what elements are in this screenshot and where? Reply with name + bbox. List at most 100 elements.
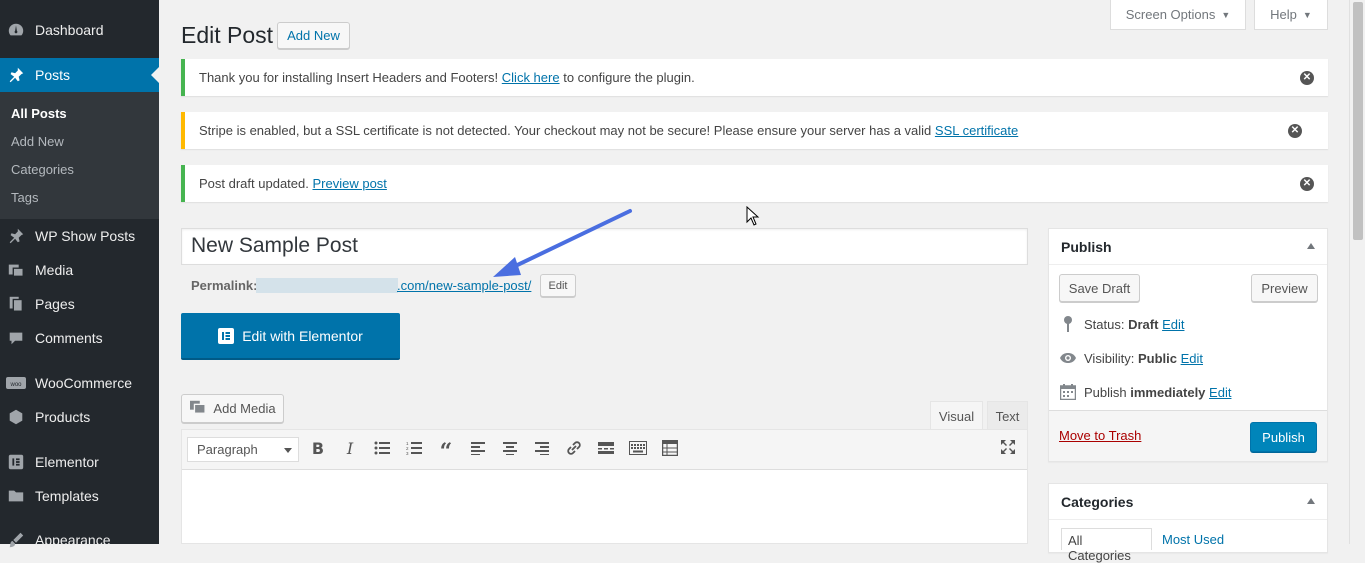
save-draft-button[interactable]: Save Draft bbox=[1059, 274, 1140, 302]
screen-options-tab[interactable]: Screen Options ▼ bbox=[1110, 0, 1246, 30]
notice-text: Stripe is enabled, but a SSL certificate… bbox=[199, 123, 932, 138]
categories-box: Categories All Categories Most Used bbox=[1048, 483, 1328, 563]
schedule-row: Publish immediately Edit bbox=[1059, 383, 1231, 401]
dismiss-icon[interactable]: ✕ bbox=[1288, 123, 1302, 138]
notice-text: Thank you for installing Insert Headers … bbox=[199, 70, 499, 85]
visibility-row: Visibility: Public Edit bbox=[1059, 349, 1203, 367]
visibility-label: Visibility: bbox=[1084, 350, 1135, 366]
edit-with-elementor-button[interactable]: Edit with Elementor bbox=[181, 313, 400, 360]
permalink-label: Permalink: bbox=[191, 278, 258, 293]
dismiss-icon[interactable]: ✕ bbox=[1300, 70, 1314, 85]
status-edit-link[interactable]: Edit bbox=[1162, 317, 1184, 332]
media-icon bbox=[189, 399, 207, 418]
move-to-trash-link[interactable]: Move to Trash bbox=[1059, 428, 1141, 443]
ssl-certificate-link[interactable]: SSL certificate bbox=[935, 123, 1018, 138]
editor-content-area[interactable] bbox=[182, 471, 1027, 543]
align-right-icon[interactable] bbox=[531, 437, 553, 459]
tab-all-categories[interactable]: All Categories bbox=[1061, 528, 1152, 563]
visibility-value: Public bbox=[1137, 350, 1177, 366]
add-media-button[interactable]: Add Media bbox=[181, 394, 284, 423]
comments-icon bbox=[6, 328, 26, 348]
menu-elementor-label: Elementor bbox=[35, 454, 99, 470]
edit-with-elementor-label: Edit with Elementor bbox=[242, 327, 363, 344]
caret-down-icon: ▼ bbox=[1221, 9, 1231, 20]
publish-button[interactable]: Publish bbox=[1250, 422, 1317, 452]
paintbrush-icon bbox=[6, 530, 26, 550]
read-more-icon[interactable] bbox=[595, 437, 617, 459]
add-new-post-button[interactable]: Add New bbox=[277, 22, 350, 49]
screen-options-label: Screen Options bbox=[1125, 7, 1216, 22]
menu-pages[interactable]: Pages bbox=[0, 294, 159, 314]
add-media-label: Add Media bbox=[213, 401, 276, 416]
scrollbar-thumb[interactable] bbox=[1353, 2, 1363, 240]
preview-button[interactable]: Preview bbox=[1251, 274, 1318, 302]
categories-box-header[interactable]: Categories bbox=[1049, 484, 1327, 520]
format-select-value: Paragraph bbox=[197, 442, 258, 457]
keyboard-icon[interactable] bbox=[627, 437, 649, 459]
admin-sidebar: Dashboard Posts All Posts Add New Catego… bbox=[0, 0, 159, 548]
collapse-toggle-icon[interactable] bbox=[1307, 498, 1315, 504]
publish-actions: Move to Trash Publish bbox=[1049, 410, 1327, 461]
tab-text[interactable]: Text bbox=[987, 401, 1028, 430]
caret-down-icon: ▼ bbox=[1302, 9, 1312, 20]
publish-box-header[interactable]: Publish bbox=[1049, 229, 1327, 265]
schedule-edit-link[interactable]: Edit bbox=[1209, 385, 1231, 400]
page-scrollbar[interactable] bbox=[1349, 0, 1365, 544]
menu-elementor[interactable]: Elementor bbox=[0, 452, 159, 472]
click-here-link[interactable]: Click here bbox=[502, 70, 560, 85]
bold-icon[interactable]: B bbox=[307, 437, 329, 459]
status-label: Status: bbox=[1084, 316, 1125, 332]
pin-icon bbox=[1059, 315, 1077, 333]
schedule-value: immediately bbox=[1130, 384, 1206, 400]
menu-woocommerce-label: WooCommerce bbox=[35, 375, 132, 391]
eye-icon bbox=[1059, 349, 1077, 367]
svg-text:woo: woo bbox=[9, 382, 22, 388]
submenu-add-new[interactable]: Add New bbox=[11, 134, 64, 149]
menu-woocommerce[interactable]: woo WooCommerce bbox=[0, 373, 159, 393]
menu-products[interactable]: Products bbox=[0, 407, 159, 427]
menu-posts[interactable]: Posts bbox=[0, 58, 159, 92]
italic-icon[interactable]: I bbox=[339, 437, 361, 459]
status-value: Draft bbox=[1128, 316, 1159, 332]
status-row: Status: Draft Edit bbox=[1059, 315, 1184, 333]
link-icon[interactable] bbox=[563, 437, 585, 459]
tab-visual[interactable]: Visual bbox=[930, 401, 983, 430]
menu-comments[interactable]: Comments bbox=[0, 328, 159, 348]
menu-wp-show-posts[interactable]: WP Show Posts bbox=[0, 226, 159, 246]
woocommerce-icon: woo bbox=[6, 373, 26, 393]
caret-down-icon bbox=[284, 448, 292, 453]
numbered-list-icon[interactable]: 123 bbox=[403, 437, 425, 459]
submenu-categories[interactable]: Categories bbox=[11, 162, 74, 177]
submenu-all-posts[interactable]: All Posts bbox=[11, 106, 67, 121]
elementor-icon bbox=[218, 327, 235, 344]
notice-stripe-ssl: Stripe is enabled, but a SSL certificate… bbox=[181, 112, 1328, 149]
current-menu-arrow bbox=[151, 67, 159, 83]
notice-text: Post draft updated. bbox=[199, 176, 309, 191]
notice-text-after: to configure the plugin. bbox=[563, 70, 695, 85]
categories-box-title: Categories bbox=[1061, 493, 1134, 510]
publish-box-title: Publish bbox=[1061, 238, 1112, 255]
visibility-edit-link[interactable]: Edit bbox=[1181, 351, 1203, 366]
menu-templates[interactable]: Templates bbox=[0, 486, 159, 506]
align-center-icon[interactable] bbox=[499, 437, 521, 459]
help-tab[interactable]: Help ▼ bbox=[1254, 0, 1328, 30]
dismiss-icon[interactable]: ✕ bbox=[1300, 176, 1314, 191]
align-left-icon[interactable] bbox=[467, 437, 489, 459]
tab-most-used[interactable]: Most Used bbox=[1162, 532, 1224, 547]
menu-media[interactable]: Media bbox=[0, 260, 159, 280]
collapse-toggle-icon[interactable] bbox=[1307, 243, 1315, 249]
submenu-tags[interactable]: Tags bbox=[11, 190, 38, 205]
bullet-list-icon[interactable] bbox=[371, 437, 393, 459]
menu-dashboard[interactable]: Dashboard bbox=[0, 20, 159, 40]
table-icon[interactable] bbox=[659, 437, 681, 459]
blockquote-icon[interactable]: “ bbox=[435, 437, 457, 465]
media-icon bbox=[6, 260, 26, 280]
menu-products-label: Products bbox=[35, 409, 91, 425]
format-select[interactable]: Paragraph bbox=[187, 437, 299, 462]
preview-post-link[interactable]: Preview post bbox=[312, 176, 386, 191]
menu-appearance[interactable]: Appearance bbox=[0, 530, 159, 550]
page-title: Edit Post bbox=[181, 22, 274, 48]
menu-posts-label: Posts bbox=[35, 67, 71, 83]
fullscreen-icon[interactable] bbox=[997, 436, 1019, 458]
menu-templates-label: Templates bbox=[35, 488, 99, 504]
